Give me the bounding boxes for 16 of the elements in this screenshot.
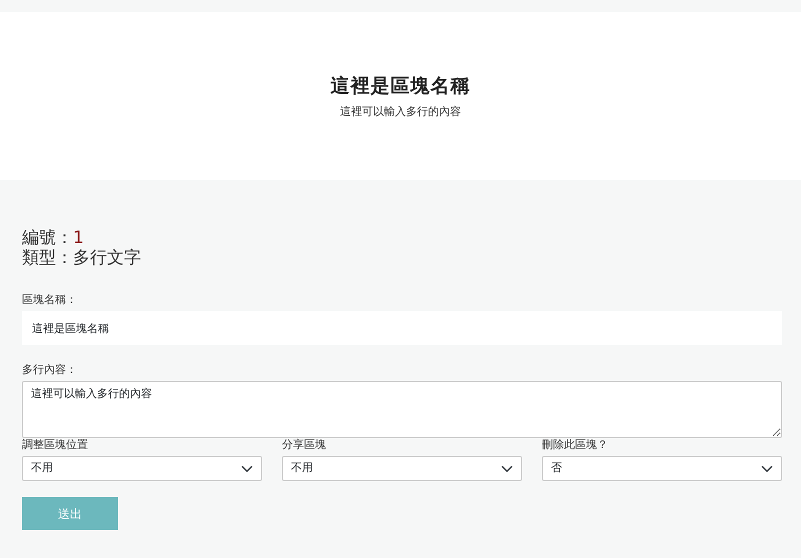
dropdown[interactable]: 不用 [22,456,262,481]
dropdown[interactable]: 否 [542,456,782,481]
dropdown[interactable]: 不用 [282,456,522,481]
type-value: 多行文字 [73,248,141,268]
number-label: 編號： [22,228,73,248]
type-label: 類型： [22,248,73,268]
field-label: 區塊名稱： [22,293,78,307]
select-label: 分享區塊 [282,438,327,452]
field-label: 多行內容： [22,363,78,377]
number-value: 1 [73,228,84,248]
select-label: 調整區塊位置 [22,438,89,452]
block-title: 這裡是區塊名稱 [330,74,470,98]
select-label: 刪除此區塊？ [542,438,609,452]
block-description: 這裡可以輸入多行的內容 [340,104,461,120]
content-field[interactable]: 這裡可以輸入多行的內容 [22,381,782,438]
name-field[interactable]: 這裡是區塊名稱 [22,311,782,345]
